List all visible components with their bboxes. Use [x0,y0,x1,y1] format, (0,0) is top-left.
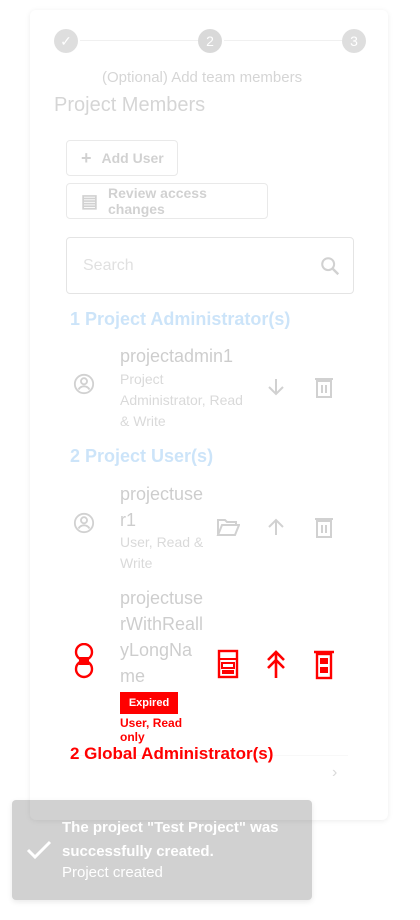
clipboard-icon: ▤ [81,190,99,211]
snackbar-message: The project "Test Project" was successfu… [62,819,279,860]
search-field[interactable] [66,237,354,294]
step-label: (Optional) Add team members [102,69,303,86]
delete-icon[interactable] [313,375,335,399]
delete-icon[interactable] [313,648,335,680]
add-user-label: Add User [101,150,164,166]
snackbar-submessage: Project created [62,864,163,881]
arrow-up-icon[interactable] [264,648,288,680]
folder-open-icon[interactable] [216,516,240,538]
chevron-right-icon[interactable]: › [332,764,337,782]
page-title: Project Members [54,94,206,116]
step-2-circle[interactable]: 2 [198,29,222,53]
step-1-check-icon[interactable]: ✓ [54,29,78,53]
status-badge: Expired [120,692,178,714]
member-name-admin1: projectadmin1 [120,346,234,366]
member-role-admin1: Project Administrator, Read & Write [120,371,243,429]
arrow-down-icon[interactable] [264,375,288,399]
group-title-global-admins: 2 Global Administrator(s) [70,744,274,763]
group-title-users: 2 Project User(s) [70,446,214,466]
search-input[interactable] [81,256,305,276]
snackbar: The project "Test Project" was successfu… [12,800,312,900]
member-role-user2: User, Read only [120,716,183,744]
member-name-user2: projectuserWithReallyLongName [120,588,204,686]
search-icon[interactable] [319,255,341,277]
plus-icon: + [81,147,92,168]
arrow-up-icon[interactable] [264,515,288,539]
review-access-button[interactable]: ▤ Review access changes [66,183,268,219]
review-access-label: Review access changes [108,185,207,217]
stepper-line-1 [80,40,200,41]
check-icon [26,840,52,860]
group-title-admins: 1 Project Administrator(s) [70,309,291,329]
folder-open-icon[interactable] [217,649,239,679]
account-circle-icon [74,643,94,679]
step-3-circle[interactable]: 3 [342,29,366,53]
add-user-button[interactable]: + Add User [66,140,178,176]
account-circle-icon [73,512,95,534]
account-circle-icon [73,373,95,395]
stepper-line-2 [224,40,342,41]
member-role-user1: User, Read & Write [120,534,204,571]
delete-icon[interactable] [313,515,335,539]
member-name-user1: projectuser1 [120,484,204,530]
